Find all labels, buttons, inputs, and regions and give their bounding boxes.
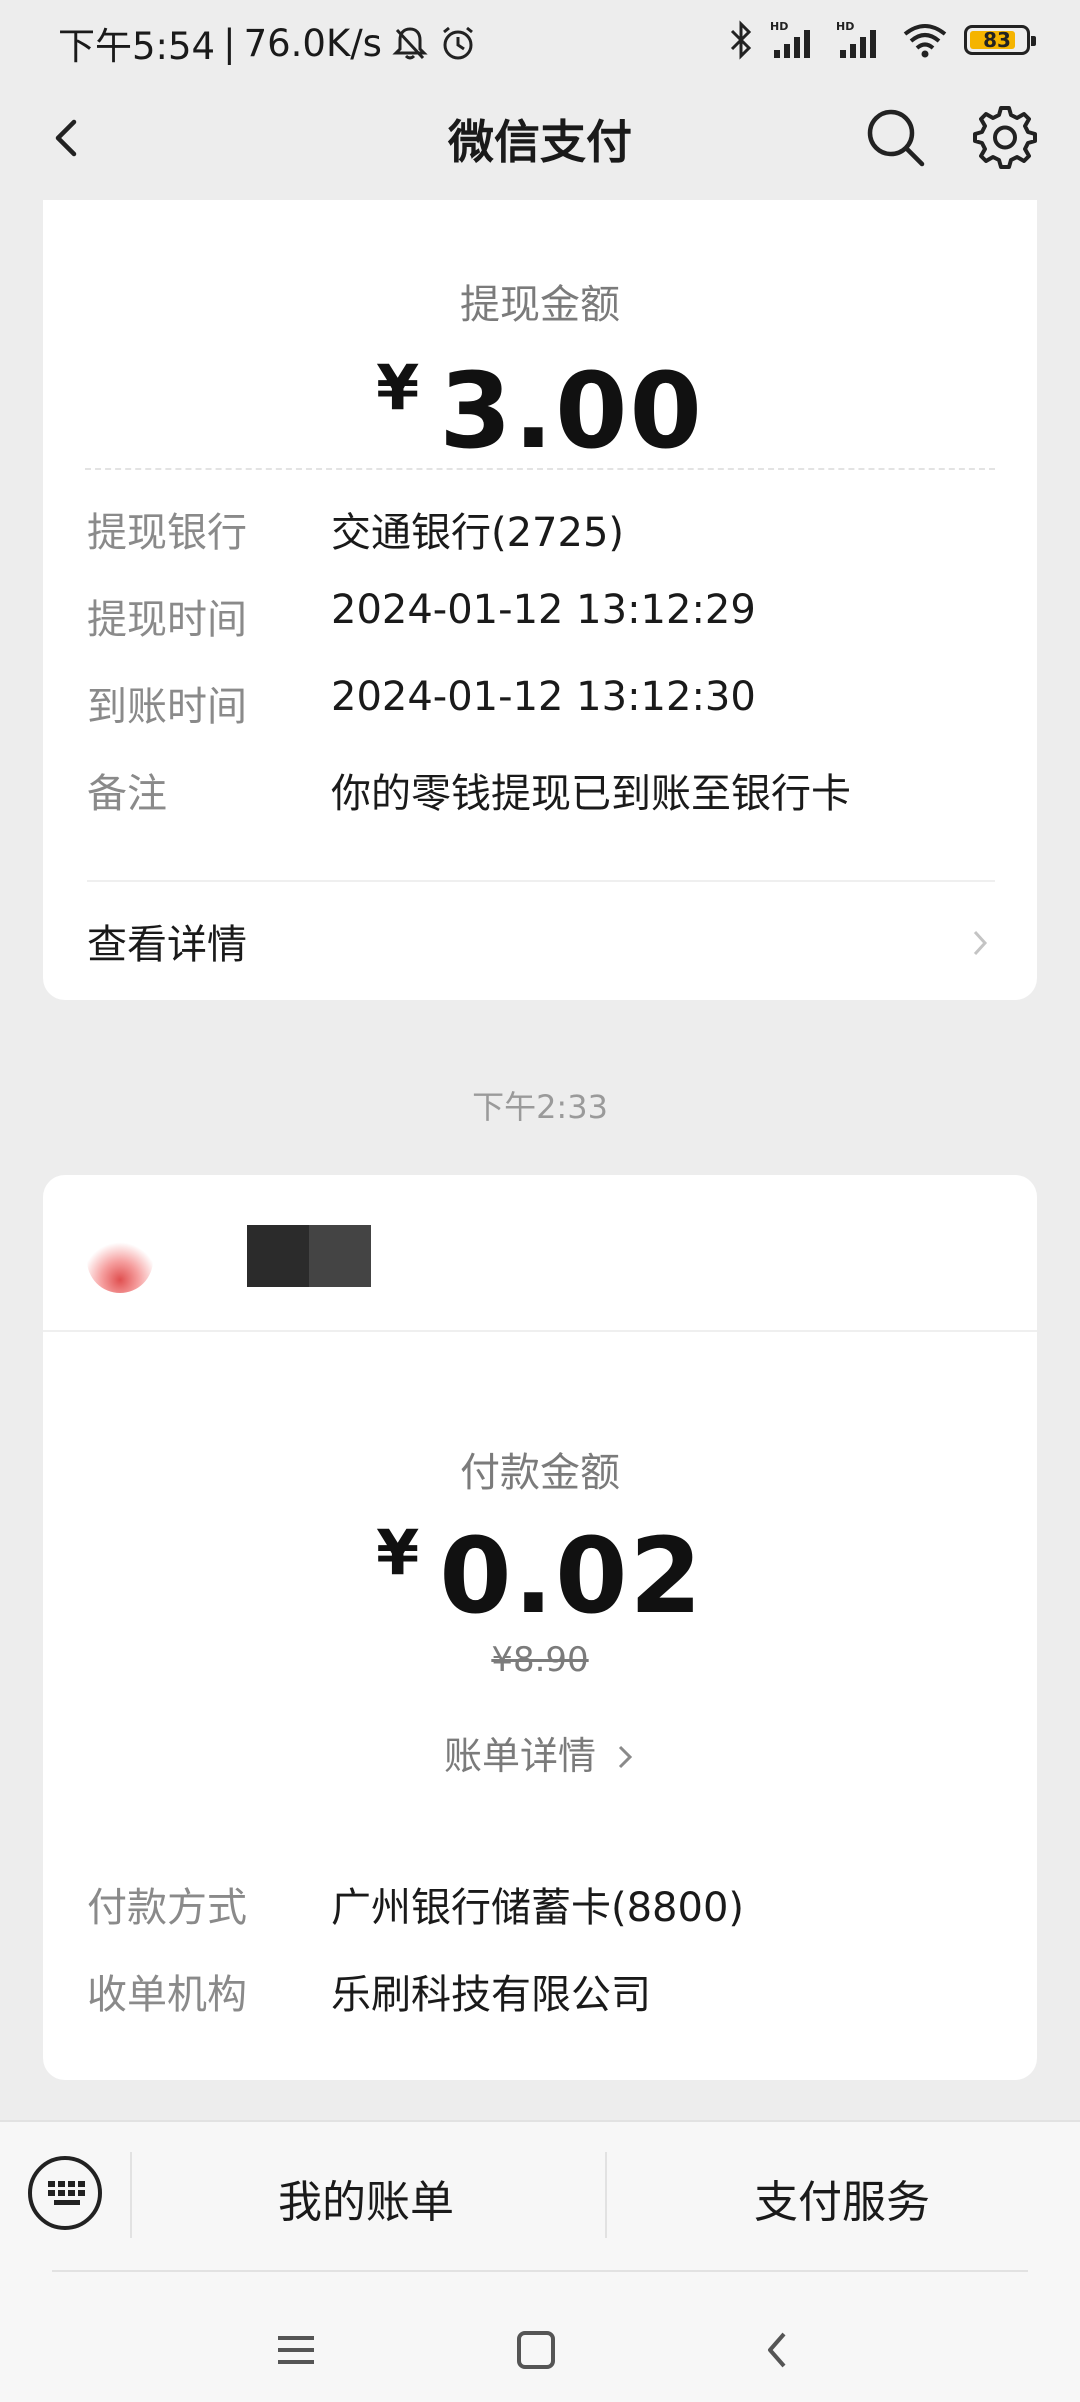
chevron-right-icon bbox=[618, 1745, 633, 1769]
keyboard-toggle-button[interactable] bbox=[28, 2156, 102, 2230]
withdraw-amount-value: 3.00 bbox=[439, 350, 704, 472]
info-row-withdraw-time: 提现时间 2024-01-12 13:12:29 bbox=[87, 587, 1007, 647]
withdraw-card: 提现金额 ¥3.00 提现银行 交通银行(2725) 提现时间 2024-01-… bbox=[43, 200, 1037, 1000]
currency-symbol: ¥ bbox=[376, 1516, 420, 1589]
tab-my-bills[interactable]: 我的账单 bbox=[216, 2166, 516, 2230]
withdraw-amount: ¥3.00 bbox=[43, 350, 1037, 472]
original-price: ¥8.90 bbox=[491, 1640, 589, 1680]
info-row-payment-method: 付款方式 广州银行储蓄卡(8800) bbox=[87, 1875, 1007, 1935]
info-key: 到账时间 bbox=[87, 684, 247, 730]
info-key: 提现时间 bbox=[87, 597, 247, 643]
info-key: 付款方式 bbox=[87, 1885, 247, 1931]
status-divider: | bbox=[223, 21, 236, 65]
menu-icon[interactable] bbox=[266, 2320, 326, 2380]
bluetooth-icon bbox=[730, 20, 752, 60]
divider bbox=[87, 880, 995, 882]
svg-text:HD: HD bbox=[836, 20, 854, 33]
merchant-name-redacted bbox=[247, 1225, 371, 1287]
merchant-header[interactable] bbox=[43, 1175, 1037, 1332]
bill-details-link[interactable]: 账单详情 bbox=[43, 1725, 1037, 1780]
info-value: 2024-01-12 13:12:29 bbox=[331, 587, 756, 633]
currency-symbol: ¥ bbox=[376, 351, 420, 424]
bottom-bar: 我的账单 支付服务 bbox=[0, 2120, 1080, 2402]
info-value: 你的零钱提现已到账至银行卡 bbox=[331, 771, 851, 817]
tab-divider bbox=[605, 2152, 607, 2238]
wifi-icon bbox=[903, 24, 947, 58]
dashed-divider bbox=[85, 468, 995, 470]
info-value: 交通银行(2725) bbox=[331, 510, 625, 556]
withdraw-amount-label: 提现金额 bbox=[460, 282, 620, 328]
info-key: 收单机构 bbox=[87, 1972, 247, 2018]
payment-amount-label: 付款金额 bbox=[460, 1450, 620, 1496]
status-left: 下午5:54 | 76.0K/s bbox=[58, 16, 478, 70]
status-right: HD HD 83 bbox=[728, 16, 1036, 64]
info-row-bank: 提现银行 交通银行(2725) bbox=[87, 500, 1007, 560]
home-icon[interactable] bbox=[506, 2320, 566, 2380]
view-details-link[interactable]: 查看详情 bbox=[87, 912, 995, 992]
info-key: 备注 bbox=[87, 771, 167, 817]
info-row-remark: 备注 你的零钱提现已到账至银行卡 bbox=[87, 761, 1007, 821]
alarm-icon bbox=[443, 26, 473, 60]
status-bar: 下午5:54 | 76.0K/s HD HD 83 bbox=[0, 0, 1080, 80]
view-details-label: 查看详情 bbox=[87, 922, 247, 968]
signal-hd-icon: HD bbox=[836, 20, 876, 58]
search-icon[interactable] bbox=[862, 104, 928, 170]
gear-icon[interactable] bbox=[970, 102, 1040, 172]
info-value: 广州银行储蓄卡(8800) bbox=[331, 1885, 745, 1931]
battery-icon: 83 bbox=[964, 25, 1036, 55]
status-time: 下午5:54 bbox=[58, 25, 216, 68]
signal-hd-icon: HD bbox=[770, 20, 810, 58]
status-net-speed: 76.0K/s bbox=[243, 21, 382, 65]
info-row-acquirer: 收单机构 乐刷科技有限公司 bbox=[87, 1962, 1007, 2022]
battery-level: 83 bbox=[983, 28, 1011, 52]
info-row-arrival-time: 到账时间 2024-01-12 13:12:30 bbox=[87, 674, 1007, 734]
bell-off-icon bbox=[392, 27, 428, 60]
keyboard-icon bbox=[48, 2181, 85, 2205]
tab-payment-services[interactable]: 支付服务 bbox=[692, 2166, 992, 2230]
payment-card: 付款金额 ¥0.02 ¥8.90 账单详情 付款方式 广州银行储蓄卡(8800)… bbox=[43, 1175, 1037, 2080]
time-separator: 下午2:33 bbox=[472, 1088, 608, 1126]
payment-amount-value: 0.02 bbox=[439, 1515, 704, 1637]
payment-amount: ¥0.02 bbox=[43, 1515, 1037, 1637]
back-nav-icon[interactable] bbox=[748, 2320, 808, 2380]
tab-divider bbox=[130, 2152, 132, 2238]
bill-details-label: 账单详情 bbox=[443, 1734, 596, 1778]
info-value: 乐刷科技有限公司 bbox=[331, 1972, 651, 2018]
merchant-avatar bbox=[87, 1227, 153, 1293]
info-key: 提现银行 bbox=[87, 510, 247, 556]
info-value: 2024-01-12 13:12:30 bbox=[331, 674, 756, 720]
svg-text:HD: HD bbox=[770, 20, 788, 33]
chevron-right-icon bbox=[973, 930, 988, 956]
header: 微信支付 bbox=[0, 80, 1080, 200]
system-nav-divider bbox=[52, 2270, 1028, 2272]
